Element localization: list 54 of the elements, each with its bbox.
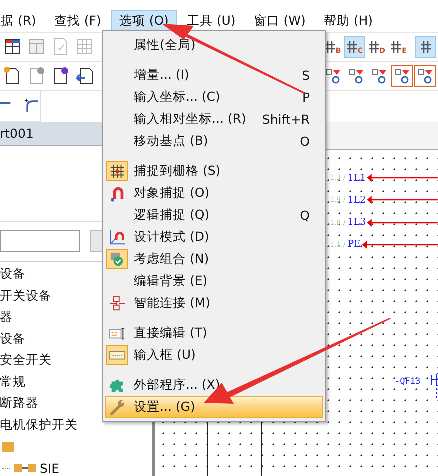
signal-label: PE xyxy=(348,239,362,250)
connector-icon[interactable] xyxy=(391,65,413,87)
menu-item[interactable]: 增量... (I) S xyxy=(105,64,323,86)
menu-item[interactable]: 设计模式 (D) xyxy=(105,226,323,248)
menu-item[interactable]: 直接编辑 (T) xyxy=(105,322,323,344)
device-label: -QF13 xyxy=(395,377,421,387)
menu-item[interactable]: 考虑组合 (N) xyxy=(105,248,323,270)
menu-item[interactable]: 编辑背景 (E) xyxy=(105,270,323,292)
wire-drawing xyxy=(367,218,438,227)
menu-item[interactable]: 工具 (U) xyxy=(178,10,244,32)
search-field[interactable] xyxy=(0,230,80,252)
folder-icon xyxy=(2,442,14,452)
grid-button[interactable] xyxy=(415,36,436,58)
menu-item[interactable]: 逻辑捕捉 (Q) Q xyxy=(105,204,323,226)
grid-snap-icon xyxy=(108,162,126,180)
grid-icon xyxy=(420,40,432,54)
component-icon xyxy=(14,463,36,474)
grid-icon xyxy=(390,40,402,54)
shortcut-label: P xyxy=(302,90,310,104)
menu-item[interactable]: 属性(全局) xyxy=(105,34,323,56)
magnet-icon xyxy=(108,228,126,246)
magnet-icon xyxy=(108,184,126,202)
menu-item[interactable]: 设置... (G) xyxy=(105,396,323,418)
wire-drawing xyxy=(367,196,438,204)
window-icon[interactable] xyxy=(4,38,22,56)
menu-item[interactable]: 查找 (F) xyxy=(46,10,110,32)
tree-item[interactable]: SIE xyxy=(40,460,60,476)
signal-label: 1L3 xyxy=(348,217,366,228)
shortcut-label: O xyxy=(300,134,310,148)
menu-item[interactable]: 输入坐标... (C) P xyxy=(105,86,323,108)
wrench-icon xyxy=(108,398,126,416)
corner-icon[interactable] xyxy=(24,97,40,115)
grid-icon xyxy=(324,40,336,54)
menu-item[interactable]: 窗口 (W) xyxy=(246,10,314,32)
connection-icon xyxy=(108,294,126,312)
signal-label: 1L1 xyxy=(348,172,366,184)
menu-item[interactable]: 据 (R) xyxy=(0,10,44,32)
connector-icon[interactable] xyxy=(414,65,436,87)
menu-item[interactable]: 对象捕捉 (O) xyxy=(105,182,323,204)
page-icon[interactable] xyxy=(52,67,70,85)
menu-item[interactable]: 捕捉到栅格 (S) xyxy=(105,160,323,182)
signal-label: 1L2 xyxy=(348,194,366,206)
menu-item[interactable]: 帮助 (H) xyxy=(316,10,382,32)
menu-item[interactable]: 输入框 (U) xyxy=(105,344,323,366)
page-icon[interactable] xyxy=(76,67,94,85)
grid-icon xyxy=(346,40,358,54)
page-icon[interactable] xyxy=(4,67,22,85)
check-icon xyxy=(108,250,126,268)
grid-icon xyxy=(368,40,380,54)
menu-item[interactable]: 智能连接 (M) xyxy=(105,292,323,314)
wire-drawing xyxy=(367,174,438,182)
shortcut-label: Q xyxy=(300,208,310,222)
shortcut-label: Shift+R xyxy=(262,112,310,126)
shortcut-label: S xyxy=(302,68,310,82)
